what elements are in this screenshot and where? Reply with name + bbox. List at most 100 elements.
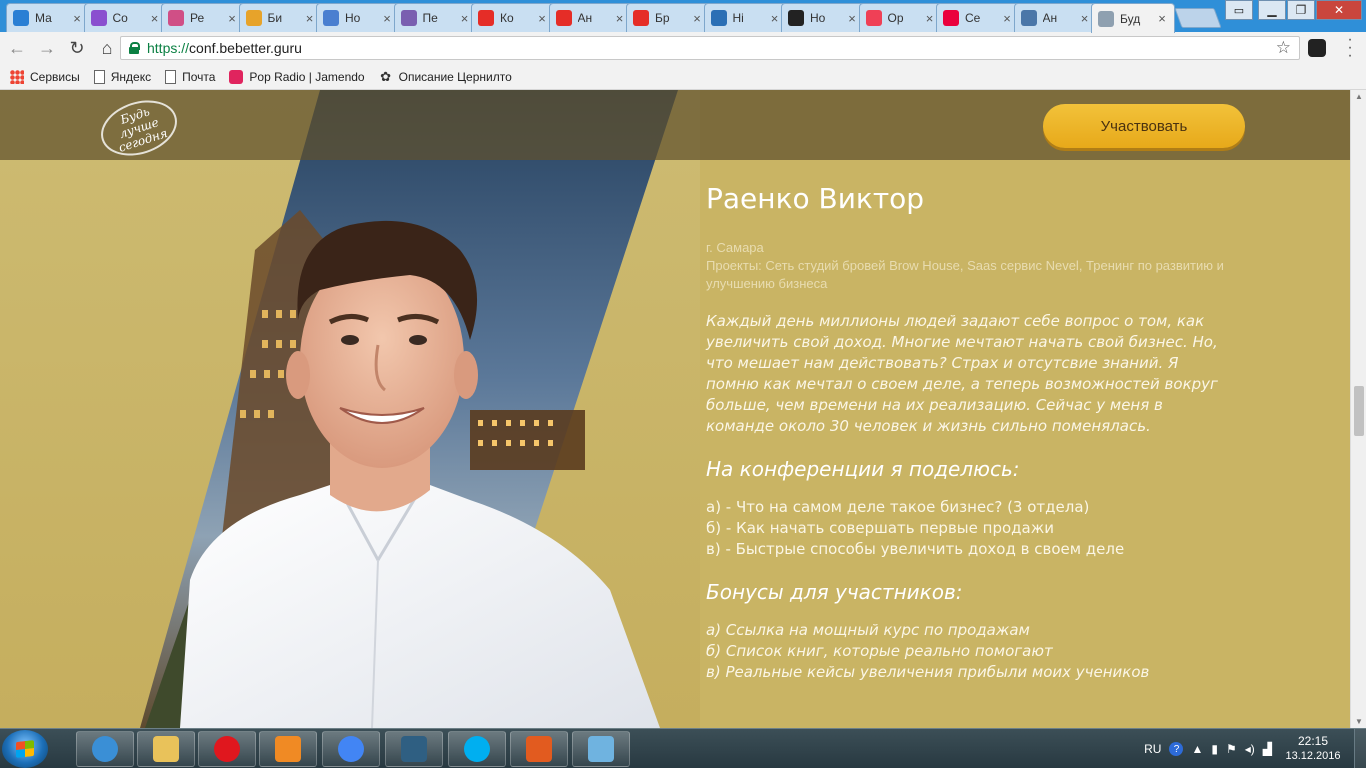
maximize-button[interactable]: ❐ (1287, 0, 1315, 20)
reload-icon[interactable]: ↻ (64, 35, 90, 61)
tab-title: Ко (500, 11, 514, 25)
tab-title: Ре (190, 11, 205, 25)
tab-title: Но (345, 11, 361, 25)
forward-arrow-icon[interactable]: → (34, 35, 60, 61)
image-thumb-icon (400, 10, 417, 26)
taskbar-app-button[interactable] (198, 731, 256, 767)
tab-close-icon[interactable]: × (924, 11, 936, 26)
browser-tab[interactable]: Пе × (393, 3, 478, 32)
youtube-icon (555, 10, 572, 26)
browser-tab[interactable]: Би × (238, 3, 323, 32)
browser-tab[interactable]: Op × (858, 3, 943, 32)
video-editor-icon (401, 736, 427, 762)
yin-yang-icon (788, 10, 804, 26)
taskbar-app-button[interactable] (259, 731, 317, 767)
bookmark-services[interactable]: Сервисы (10, 69, 80, 84)
tab-title: Би (267, 11, 283, 25)
browser-tab[interactable]: Hi × (703, 3, 788, 32)
clock-date: 13.12.2016 (1285, 750, 1341, 762)
tab-close-icon[interactable]: × (1079, 11, 1091, 26)
speaker-projects: Проекты: Сеть студий бровей Brow House, … (706, 258, 1224, 291)
tab-close-icon[interactable]: × (459, 11, 471, 26)
bookmark-yandex[interactable]: Яндекс (93, 69, 152, 84)
tab-close-icon[interactable]: × (226, 11, 238, 26)
windows-taskbar: RU ? ▲ ▮ ⚑ ◂) ▟ 22:15 13.12.2016 (0, 728, 1366, 768)
help-icon[interactable]: ? (1169, 742, 1184, 756)
saturn-icon (1098, 10, 1114, 27)
taskbar-app-button[interactable] (322, 731, 380, 767)
grid-app-icon (245, 10, 262, 26)
flag-icon[interactable]: ⚑ (1226, 742, 1237, 756)
browser-tab[interactable]: Бр × (626, 3, 710, 32)
browser-tab[interactable]: Со × (83, 3, 168, 32)
paw-icon: ✿ (380, 68, 392, 84)
browser-tab[interactable]: Ко × (471, 3, 555, 32)
taskbar-app-button[interactable] (510, 731, 568, 767)
bookmark-star-icon[interactable]: ☆ (1276, 38, 1291, 58)
bonus-heading: Бонусы для участников: (706, 580, 963, 604)
browser-tab[interactable]: Ан × (548, 3, 633, 32)
share-heading: На конференции я поделюсь: (706, 457, 1020, 481)
participate-button[interactable]: Участвовать (1043, 104, 1245, 148)
tab-close-icon[interactable]: × (846, 11, 858, 26)
taskbar-app-button[interactable] (572, 731, 630, 767)
scrollbar-thumb[interactable] (1354, 386, 1364, 436)
show-desktop-button[interactable] (1354, 729, 1366, 768)
tab-close-icon[interactable]: × (71, 11, 83, 26)
taskbar-app-button[interactable] (385, 731, 443, 767)
device-icon[interactable]: ▮ (1211, 742, 1218, 756)
tab-title: Се (965, 11, 981, 25)
scroll-up-arrow-icon[interactable]: ▲ (1355, 92, 1363, 101)
browser-tab[interactable]: Ан × (1013, 3, 1098, 32)
bookmark-mail[interactable]: Почта (165, 69, 215, 84)
taskbar-app-button[interactable] (137, 731, 195, 767)
paint-icon (588, 736, 614, 762)
bookmarks-bar: Сервисы Яндекс Почта Pop Radio | Jamendo… (0, 64, 1366, 90)
show-hidden-icons-icon[interactable]: ▲ (1191, 742, 1203, 756)
browser-tab[interactable]: Ма × (6, 3, 90, 32)
volume-icon[interactable]: ◂) (1245, 742, 1255, 756)
bookmark-label: Яндекс (110, 69, 152, 84)
tab-close-icon[interactable]: × (1001, 11, 1013, 26)
taskbar-app-button[interactable] (76, 731, 134, 767)
tab-close-icon[interactable]: × (536, 11, 548, 26)
language-indicator[interactable]: RU (1144, 742, 1161, 756)
tab-close-icon[interactable]: × (304, 11, 316, 26)
bonus-item: в) Реальные кейсы увеличения прибыли мои… (706, 663, 1150, 681)
tab-close-icon[interactable]: × (691, 11, 703, 26)
tab-close-icon[interactable]: × (769, 11, 781, 26)
home-icon[interactable]: ⌂ (94, 35, 120, 61)
browser-tab[interactable]: Се × (936, 3, 1020, 32)
browser-tab[interactable]: Но × (316, 3, 400, 32)
skype-icon (464, 736, 490, 762)
taskbar-app-button[interactable] (448, 731, 506, 767)
scroll-down-arrow-icon[interactable]: ▼ (1355, 717, 1363, 726)
minimize-button[interactable]: ▁ (1258, 0, 1286, 20)
user-profile-button[interactable]: ▭ (1225, 0, 1253, 20)
tab-close-icon[interactable]: × (1156, 11, 1168, 26)
address-bar[interactable]: https:// conf.bebetter.guru ☆ (120, 36, 1300, 60)
mail-at-icon (13, 10, 29, 26)
network-magnifier-icon (92, 736, 118, 762)
chrome-menu-icon[interactable]: · · · (1342, 32, 1358, 64)
close-window-button[interactable]: ✕ (1316, 0, 1362, 20)
browser-tab[interactable]: Но × (781, 3, 865, 32)
vk-icon (1020, 10, 1037, 26)
bookmark-pop-radio[interactable]: Pop Radio | Jamendo (229, 69, 365, 84)
browser-tab[interactable]: Ре × (161, 3, 245, 32)
page-scrollbar[interactable]: ▲ ▼ (1350, 90, 1366, 728)
tab-close-icon[interactable]: × (149, 11, 161, 26)
clock[interactable]: 22:15 13.12.2016 (1276, 734, 1350, 764)
bookmark-description[interactable]: ✿ Описание Цернилто (379, 68, 512, 84)
network-icon[interactable]: ▟ (1263, 742, 1272, 756)
new-tab-button[interactable] (1174, 8, 1222, 28)
color-wheel-icon (90, 10, 107, 26)
start-button[interactable] (2, 730, 48, 768)
back-arrow-icon[interactable]: ← (4, 35, 30, 61)
tab-title: Ан (1042, 11, 1058, 25)
tab-close-icon[interactable]: × (381, 11, 393, 26)
tab-close-icon[interactable]: × (614, 11, 626, 26)
extension-icon[interactable] (1308, 39, 1326, 57)
browser-tab[interactable]: Буд × (1091, 3, 1175, 33)
bonus-item: а) Ссылка на мощный курс по продажам (706, 621, 1030, 639)
